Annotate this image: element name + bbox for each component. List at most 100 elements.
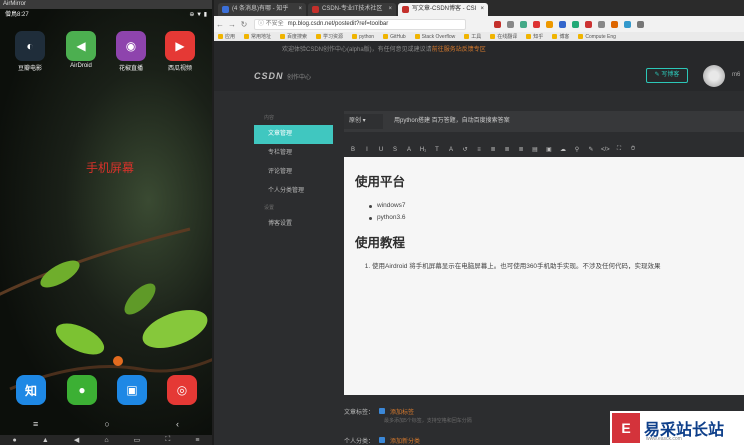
extension-icon[interactable] bbox=[546, 20, 553, 28]
text-size-icon[interactable]: T bbox=[433, 147, 441, 153]
bookmark-item[interactable]: 知乎 bbox=[526, 33, 543, 40]
article-title-input[interactable] bbox=[390, 114, 740, 129]
highlight-icon[interactable]: A bbox=[447, 147, 455, 153]
back-control-icon[interactable]: ◀ bbox=[74, 436, 79, 444]
extension-icon[interactable] bbox=[520, 20, 527, 28]
bookmark-item[interactable]: 在线翻译 bbox=[490, 33, 517, 40]
plus-icon[interactable] bbox=[379, 408, 386, 414]
zhihu-favicon bbox=[222, 6, 229, 13]
sidebar-item-comments[interactable]: 评论管理 bbox=[254, 163, 333, 182]
extension-icon[interactable] bbox=[611, 20, 618, 28]
sidebar-item-blog-settings[interactable]: 博客设置 bbox=[254, 215, 333, 234]
phone-navbar: ≡ ○ ‹ bbox=[0, 413, 212, 435]
volume-icon[interactable]: ▲ bbox=[42, 437, 49, 444]
username[interactable]: m6 bbox=[732, 72, 740, 78]
app-label: 豆瓣电影 bbox=[17, 66, 42, 72]
ordered-list-icon[interactable]: ≣ bbox=[503, 146, 511, 153]
home-icon[interactable]: ○ bbox=[104, 419, 109, 429]
csdn-logo[interactable]: CSDN bbox=[254, 71, 284, 81]
app-huajiao[interactable]: ◉ 花椒直播 bbox=[109, 31, 153, 72]
tab-write-article[interactable]: 写文章-CSDN博客 - CSI × bbox=[398, 3, 488, 16]
search-icon[interactable]: ⚲ bbox=[573, 146, 581, 153]
fullscreen-icon[interactable]: ⛶ bbox=[615, 146, 623, 153]
insecure-indicator[interactable]: ⓘ 不安全 bbox=[258, 21, 284, 27]
add-category-button[interactable]: 添加新分类 bbox=[390, 436, 420, 445]
bookmark-item[interactable]: python bbox=[352, 34, 374, 40]
link-icon[interactable]: ✎ bbox=[587, 146, 595, 153]
dock-files-icon[interactable]: ▣ bbox=[117, 375, 147, 405]
avatar[interactable] bbox=[703, 65, 725, 87]
close-icon[interactable]: × bbox=[298, 3, 302, 16]
bookmark-item[interactable]: GitHub bbox=[383, 34, 406, 40]
add-tag-button[interactable]: 添加标签 bbox=[390, 407, 414, 416]
menu-icon[interactable]: ≡ bbox=[33, 419, 38, 429]
more-icon[interactable]: ≡ bbox=[195, 437, 199, 444]
bookmark-item[interactable]: 应用 bbox=[218, 33, 235, 40]
bookmark-item[interactable]: 学习资源 bbox=[316, 33, 343, 40]
sidebar-item-columns[interactable]: 专栏管理 bbox=[254, 144, 333, 163]
heading-tutorial: 使用教程 bbox=[355, 236, 406, 250]
editor-content[interactable]: 使用平台 windows7 python3.6 使用教程 使用Airdroid … bbox=[344, 157, 744, 395]
image-icon[interactable]: ▣ bbox=[545, 146, 553, 153]
back-icon[interactable]: ‹ bbox=[176, 419, 179, 429]
app-xigua[interactable]: ▶ 西瓜视频 bbox=[158, 31, 202, 72]
table-icon[interactable]: ▤ bbox=[531, 146, 539, 153]
dock-chrome-icon[interactable]: ◎ bbox=[167, 375, 197, 405]
home-control-icon[interactable]: ⌂ bbox=[104, 437, 108, 444]
bookmark-item[interactable]: 百度搜索 bbox=[280, 33, 307, 40]
bold-icon[interactable]: B bbox=[349, 147, 357, 153]
italic-icon[interactable]: I bbox=[363, 147, 371, 153]
recent-control-icon[interactable]: ▭ bbox=[134, 436, 141, 444]
forward-arrow-icon[interactable]: → bbox=[226, 20, 238, 29]
bookmark-item[interactable]: 常用地址 bbox=[244, 33, 271, 40]
extension-icon[interactable] bbox=[598, 20, 605, 28]
bookmark-item[interactable]: 博客 bbox=[552, 33, 569, 40]
tab-csdn[interactable]: CSDN-专业IT技术社区 × bbox=[308, 3, 396, 16]
extension-icon[interactable] bbox=[624, 20, 631, 28]
extension-icon[interactable] bbox=[533, 20, 540, 28]
extension-icon[interactable] bbox=[572, 20, 579, 28]
bookmark-item[interactable]: 工具 bbox=[464, 33, 481, 40]
heading-platform: 使用平台 bbox=[355, 175, 406, 189]
close-icon[interactable]: × bbox=[388, 3, 392, 16]
dock-wechat-icon[interactable]: ● bbox=[67, 375, 97, 405]
close-icon[interactable]: × bbox=[480, 3, 484, 16]
extension-icon[interactable] bbox=[637, 20, 644, 28]
align-center-icon[interactable]: ≣ bbox=[489, 146, 497, 153]
plus-icon[interactable] bbox=[379, 437, 386, 443]
sidebar-item-articles[interactable]: 文章管理 bbox=[254, 125, 333, 144]
csdn-favicon bbox=[312, 6, 319, 13]
align-left-icon[interactable]: ≡ bbox=[475, 147, 483, 153]
extension-icon[interactable] bbox=[559, 20, 566, 28]
app-airdroid[interactable]: ◀ AirDroid bbox=[59, 31, 103, 69]
extension-icon[interactable] bbox=[507, 20, 514, 28]
tab-zhihu[interactable]: (4 条消息)有哪 - 知乎 × bbox=[218, 3, 306, 16]
fullscreen-icon[interactable]: ⛶ bbox=[165, 436, 170, 444]
upload-icon[interactable]: ☁ bbox=[559, 146, 567, 153]
back-arrow-icon[interactable]: ← bbox=[214, 20, 226, 29]
dock-zhihu-icon[interactable]: 知 bbox=[16, 375, 46, 405]
record-icon[interactable]: ● bbox=[13, 437, 17, 444]
bookmark-item[interactable]: Stack Overflow bbox=[414, 34, 455, 40]
font-color-icon[interactable]: A bbox=[405, 147, 413, 153]
write-blog-button[interactable]: ✎ 写博客 bbox=[646, 68, 688, 83]
undo-icon[interactable]: ↺ bbox=[461, 146, 469, 153]
history-icon[interactable]: ⏱ bbox=[629, 146, 637, 153]
extension-icon[interactable] bbox=[585, 20, 592, 28]
underline-icon[interactable]: U bbox=[377, 147, 385, 153]
bookmark-item[interactable]: Compute Eng bbox=[578, 34, 616, 40]
reload-icon[interactable]: ↻ bbox=[238, 20, 250, 29]
phone-screen[interactable]: 僧鳥8:27 ⊕ ▼ ▮ ◐ 豆瓣电影 ◀ AirDroid ◉ 花椒直播 ▶ … bbox=[0, 9, 212, 435]
feedback-link[interactable]: 前往服务站反馈专区 bbox=[432, 47, 486, 53]
extension-icon[interactable] bbox=[494, 20, 501, 28]
app-douban[interactable]: ◐ 豆瓣电影 bbox=[8, 31, 52, 72]
logo-subtitle: 创作中心 bbox=[287, 75, 312, 81]
header: CSDN 创作中心 ✎ 写博客 m6 bbox=[214, 59, 744, 91]
code-icon[interactable]: </> bbox=[601, 147, 610, 153]
article-type-select[interactable]: 原创 ▾ bbox=[344, 114, 383, 129]
address-bar[interactable]: ⓘ 不安全 mp.blog.csdn.net/postedit?ref=toolb… bbox=[254, 18, 466, 30]
unordered-list-icon[interactable]: ≣ bbox=[517, 146, 525, 153]
strikethrough-icon[interactable]: S bbox=[391, 147, 399, 153]
sidebar-item-categories[interactable]: 个人分类管理 bbox=[254, 182, 333, 201]
heading-icon[interactable]: H₁ bbox=[419, 147, 427, 153]
